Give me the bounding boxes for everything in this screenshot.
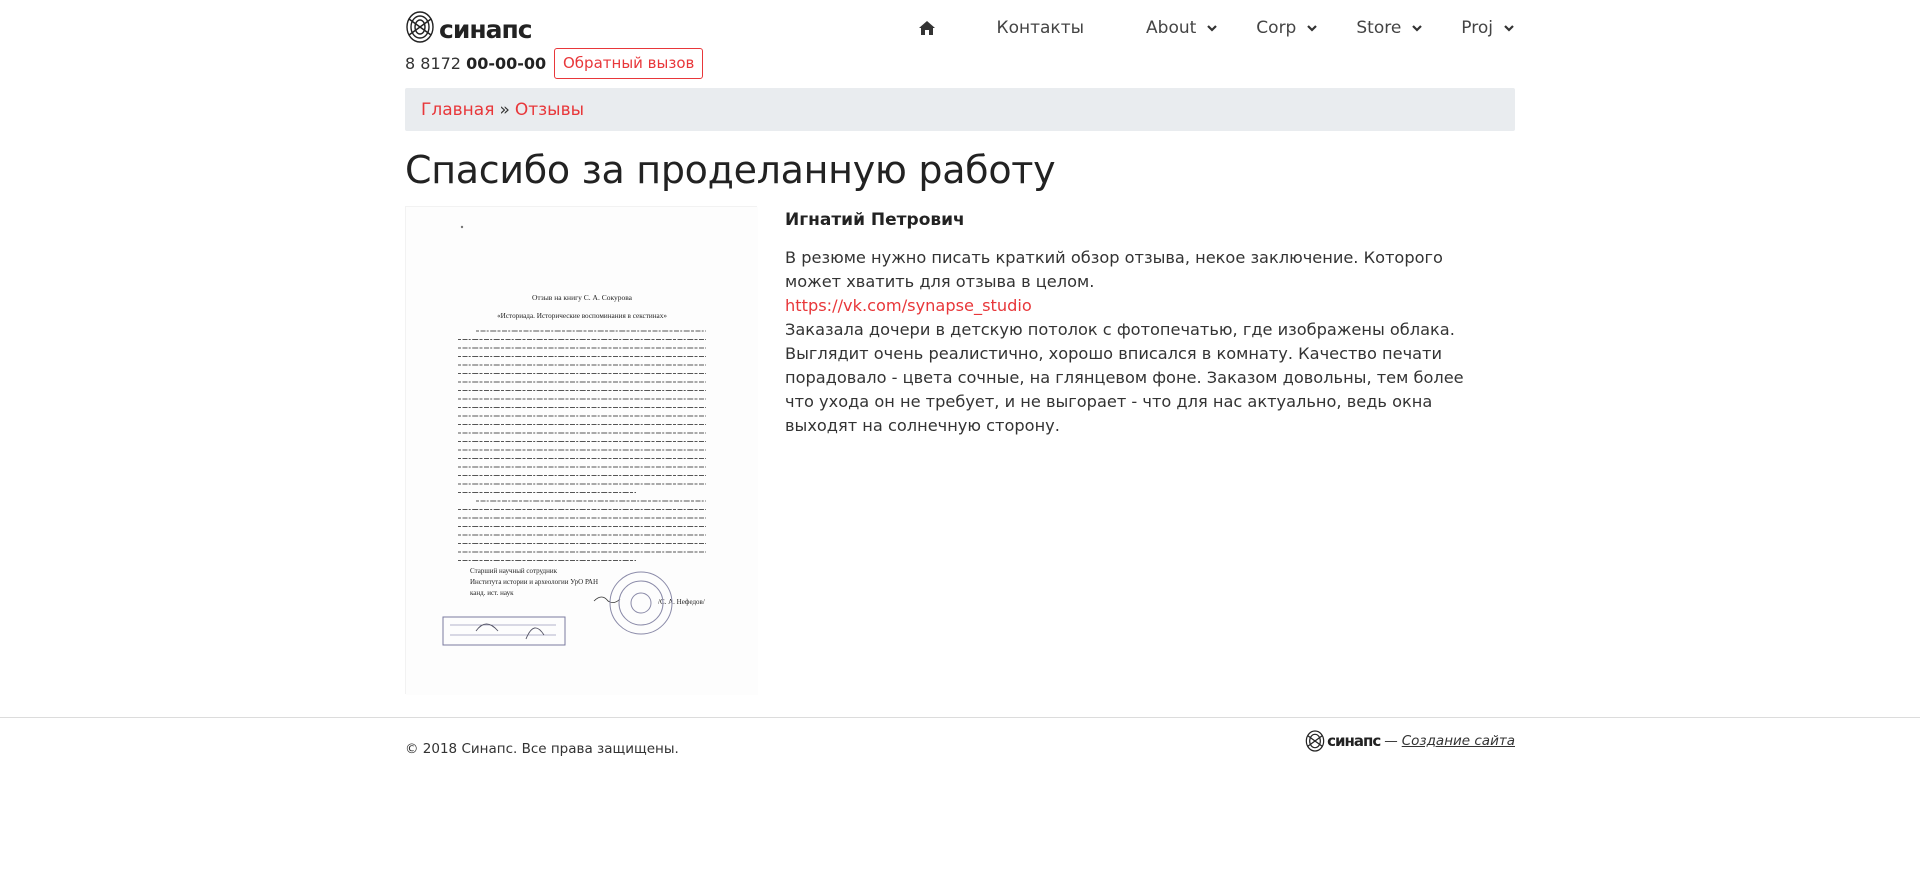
chevron-down-icon <box>1207 25 1218 32</box>
signature-line-1: Старший научный сотрудник <box>470 567 558 575</box>
review-document-image[interactable]: Отзыв на книгу С. А. Сокурова «Историада… <box>405 206 758 695</box>
review-body: В резюме нужно писать краткий обзор отзы… <box>785 246 1485 438</box>
site-creation-link[interactable]: Создание сайта <box>1402 733 1515 749</box>
nav-item-label: Store <box>1356 18 1402 38</box>
nav-item-contacts[interactable]: Контакты <box>997 18 1085 38</box>
synapse-logo-icon <box>1305 730 1325 752</box>
signature-line-2: Института истории и археологии УрО РАН <box>470 578 598 586</box>
page-title: Спасибо за проделанную работу <box>405 148 1056 192</box>
breadcrumb: Главная » Отзывы <box>405 88 1515 131</box>
copyright: © 2018 Синапс. Все права защищены. <box>405 741 679 757</box>
callback-button[interactable]: Обратный вызов <box>554 48 704 79</box>
breadcrumb-separator: » <box>499 99 510 120</box>
logo-text: синапс <box>439 14 533 44</box>
phone-number: 8 8172 00-00-00 <box>405 54 546 73</box>
nav-item-proj[interactable]: Proj <box>1461 18 1515 38</box>
review-author: Игнатий Петрович <box>785 210 965 230</box>
synapse-logo-icon <box>406 11 434 43</box>
nav-item-about[interactable]: About <box>1146 18 1218 38</box>
nav-home[interactable] <box>887 20 967 36</box>
site-logo[interactable]: синапс <box>405 8 533 46</box>
nav-item-label: Corp <box>1256 18 1297 38</box>
main-nav: Контакты About Corp Store Proj <box>887 10 1515 46</box>
breadcrumb-home-link[interactable]: Главная <box>421 100 494 120</box>
chevron-down-icon <box>1504 25 1514 32</box>
review-summary: В резюме нужно писать краткий обзор отзы… <box>785 248 1443 291</box>
nav-item-label: About <box>1146 18 1197 38</box>
footer-logo[interactable]: синапс <box>1305 729 1381 753</box>
review-link[interactable]: https://vk.com/synapse_studio <box>785 296 1032 315</box>
scanned-letter: Отзыв на книгу С. А. Сокурова «Историада… <box>406 207 758 695</box>
footer-divider <box>0 717 1920 718</box>
site-header: синапс 8 8172 00-00-00 Обратный вызов Ко… <box>405 0 1515 84</box>
document-subheading: «Историада. Исторические воспоминания в … <box>497 312 667 320</box>
chevron-down-icon <box>1307 25 1318 32</box>
breadcrumb-current-link[interactable]: Отзывы <box>515 100 584 120</box>
phone-prefix: 8 8172 <box>405 54 461 73</box>
document-signer: /С. А. Нефедов/ <box>658 598 705 606</box>
home-icon <box>918 21 935 35</box>
review-content: Игнатий Петрович В резюме нужно писать к… <box>785 208 1485 438</box>
nav-item-corp[interactable]: Corp <box>1256 18 1318 38</box>
document-heading: Отзыв на книгу С. А. Сокурова <box>532 293 633 302</box>
review-text: Заказала дочери в детскую потолок с фото… <box>785 320 1464 435</box>
footer-credit: синапс — Создание сайта <box>1305 729 1515 753</box>
signature-line-3: канд. ист. наук <box>470 589 514 597</box>
nav-item-store[interactable]: Store <box>1356 18 1423 38</box>
footer-dash: — <box>1384 733 1398 749</box>
footer-logo-text: синапс <box>1327 732 1381 750</box>
chevron-down-icon <box>1412 25 1423 32</box>
nav-item-label: Proj <box>1461 18 1493 38</box>
nav-item-label: Контакты <box>996 18 1085 38</box>
phone-main: 00-00-00 <box>466 54 547 73</box>
